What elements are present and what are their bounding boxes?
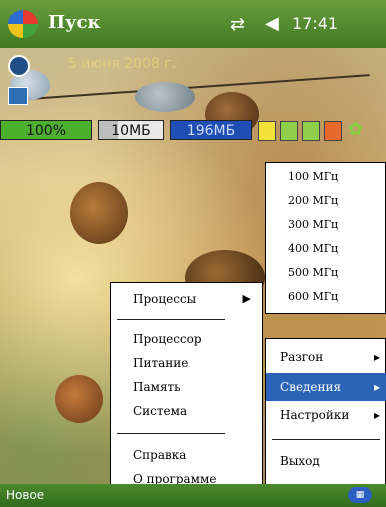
clock-icon xyxy=(8,55,30,77)
menu-item-power[interactable]: Питание xyxy=(111,351,261,375)
menu-item-400mhz[interactable]: 400 МГц xyxy=(266,237,386,261)
keyboard-icon[interactable]: ▦ xyxy=(348,487,372,503)
memory-gauge[interactable]: 10МБ xyxy=(98,120,164,140)
submenu-marker: ▸ xyxy=(373,380,380,394)
today-date-row[interactable]: 5 июня 2008 г. xyxy=(0,52,386,78)
cpu-frequency-menu: 100 МГц 200 МГц 300 МГц 400 МГц 500 МГц … xyxy=(265,162,386,314)
menu-item-300mhz[interactable]: 300 МГц xyxy=(266,213,386,237)
menu-separator xyxy=(272,439,380,440)
background-decoration xyxy=(55,375,103,423)
submenu-marker: ▸ xyxy=(373,350,380,364)
menu-item-600mhz[interactable]: 600 МГц xyxy=(266,285,386,309)
menu-item-label: Сведения xyxy=(280,380,342,394)
menu-item-memory[interactable]: Память xyxy=(111,375,261,399)
softkey-bar: Новое ▦ xyxy=(0,484,386,507)
memory-gauge-label: 10МБ xyxy=(111,123,151,139)
start-title[interactable]: Пуск xyxy=(48,12,100,33)
owner-info-icon xyxy=(8,87,28,105)
menu-item-processor[interactable]: Процессор xyxy=(111,327,261,351)
menu-item-help[interactable]: Справка xyxy=(111,443,261,467)
status-gauges: 100% 10МБ 196МБ ✿ xyxy=(0,118,386,142)
windows-flag-icon[interactable] xyxy=(8,10,38,38)
title-bar: Пуск ⇄ ◀ 17:41 xyxy=(0,0,386,48)
menu-item-settings[interactable]: Настройки ▸ xyxy=(266,401,386,429)
menu-separator xyxy=(117,433,225,434)
clock-time[interactable]: 17:41 xyxy=(292,14,338,33)
submenu-arrow-icon: ▶ xyxy=(242,292,251,305)
menu-item-info[interactable]: Сведения ▸ xyxy=(266,373,386,401)
menu-item-exit[interactable]: Выход xyxy=(266,447,386,475)
battery-gauge[interactable]: 100% xyxy=(0,120,92,140)
menu-item-system[interactable]: Система xyxy=(111,399,261,423)
volume-icon[interactable]: ◀ xyxy=(265,13,279,34)
orange-indicator-icon[interactable] xyxy=(324,121,342,141)
new-softkey[interactable]: Новое xyxy=(6,488,44,502)
green-indicator-icon[interactable] xyxy=(280,121,298,141)
menu-item-processes[interactable]: Процессы ▶ xyxy=(111,287,261,311)
submenu-marker: ▸ xyxy=(373,408,380,422)
menu-item-200mhz[interactable]: 200 МГц xyxy=(266,189,386,213)
pda-screen: Пуск ⇄ ◀ 17:41 5 июня 2008 г. 100% 10МБ … xyxy=(0,0,386,507)
main-menu: Разгон ▸ Сведения ▸ Настройки ▸ Выход xyxy=(265,338,386,498)
menu-item-overclock[interactable]: Разгон ▸ xyxy=(266,343,386,371)
menu-item-label: Разгон xyxy=(280,350,324,364)
today-owner-row[interactable] xyxy=(0,84,386,110)
background-decoration xyxy=(70,182,128,244)
gear-icon[interactable]: ✿ xyxy=(348,119,363,140)
info-menu: Процессы ▶ Процессор Питание Память Систе… xyxy=(110,282,263,504)
green-indicator-icon[interactable] xyxy=(302,121,320,141)
storage-gauge[interactable]: 196МБ xyxy=(170,120,252,140)
yellow-indicator-icon[interactable] xyxy=(258,121,276,141)
today-date: 5 июня 2008 г. xyxy=(68,56,177,72)
menu-item-500mhz[interactable]: 500 МГц xyxy=(266,261,386,285)
signal-icon[interactable]: ⇄ xyxy=(230,14,245,35)
menu-item-label: Настройки xyxy=(280,408,350,422)
menu-separator xyxy=(117,319,225,320)
menu-item-label: Процессы xyxy=(133,292,197,306)
menu-item-100mhz[interactable]: 100 МГц xyxy=(266,165,386,189)
